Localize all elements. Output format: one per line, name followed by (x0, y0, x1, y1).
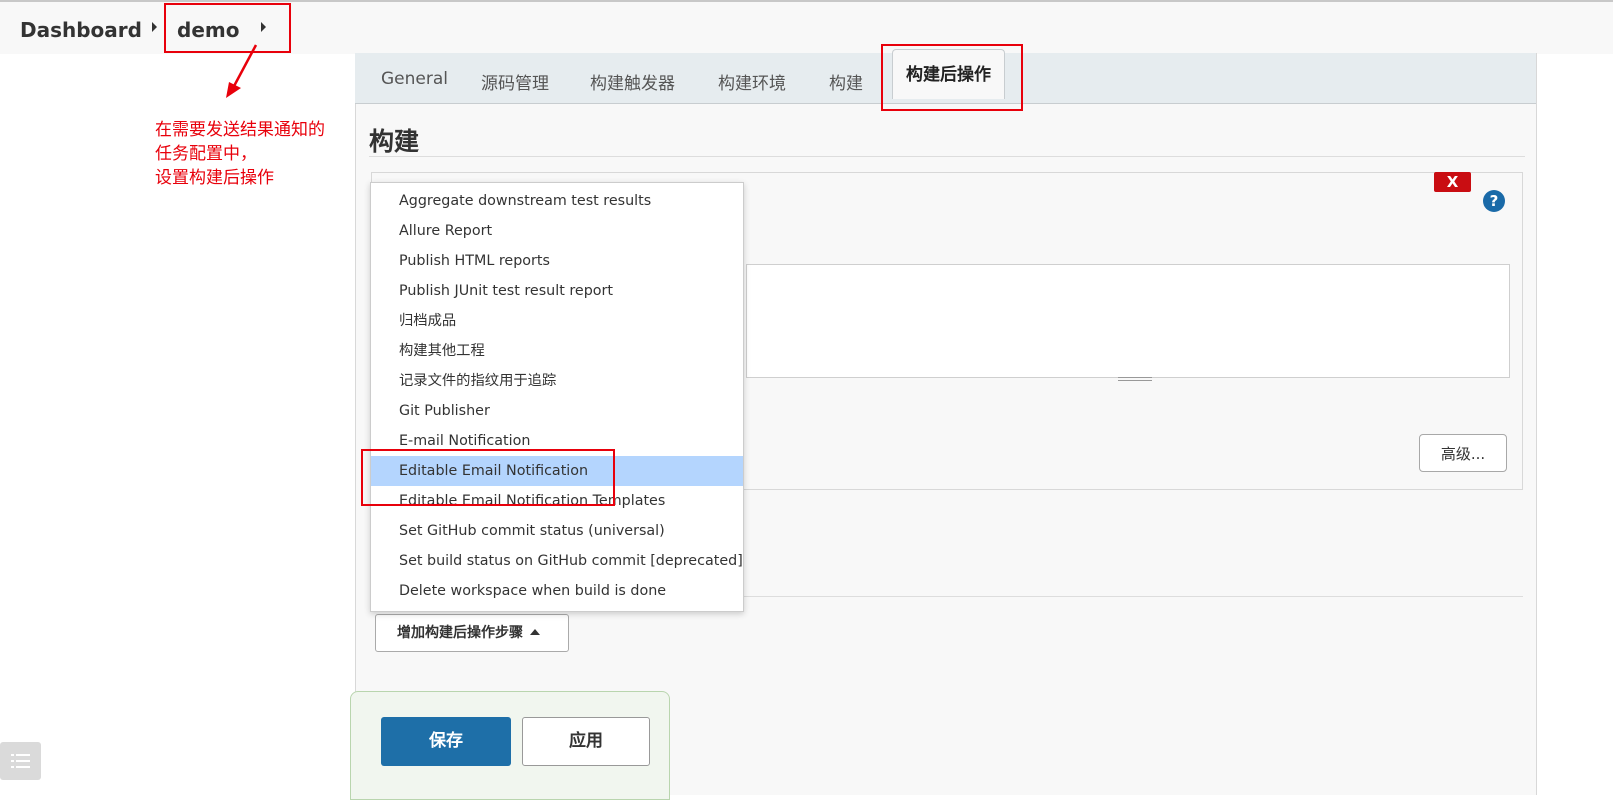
tab-source-control[interactable]: 源码管理 (481, 69, 549, 94)
annotation-highlight-menu-item (361, 449, 615, 506)
caret-up-icon (530, 629, 540, 635)
help-icon[interactable]: ? (1483, 190, 1505, 212)
menu-item-build-other-projects[interactable]: 构建其他工程 (371, 336, 743, 366)
tab-build-environment[interactable]: 构建环境 (718, 69, 786, 94)
breadcrumb-separator-icon[interactable] (152, 22, 157, 32)
add-post-build-step-button[interactable]: 增加构建后操作步骤 (375, 614, 569, 652)
menu-item-delete-workspace[interactable]: Delete workspace when build is done (371, 576, 743, 606)
section-divider (369, 156, 1525, 157)
annotation-highlight-tab (881, 44, 1023, 111)
add-post-build-step-label: 增加构建后操作步骤 (397, 625, 523, 641)
breadcrumb-dashboard-link[interactable]: Dashboard (20, 18, 142, 42)
resize-handle-icon[interactable] (1118, 377, 1152, 381)
menu-item-aggregate-test-results[interactable]: Aggregate downstream test results (371, 186, 743, 216)
post-build-actions-menu: Aggregate downstream test results Allure… (370, 182, 744, 612)
annotation-arrow-icon (226, 44, 258, 98)
delete-step-button[interactable]: X (1434, 172, 1471, 192)
menu-item-publish-html-reports[interactable]: Publish HTML reports (371, 246, 743, 276)
menu-item-git-publisher[interactable]: Git Publisher (371, 396, 743, 426)
advanced-button[interactable]: 高级... (1419, 434, 1507, 472)
tab-general[interactable]: General (381, 69, 448, 89)
menu-item-github-build-status-deprecated[interactable]: Set build status on GitHub commit [depre… (371, 546, 743, 576)
command-textarea[interactable] (746, 264, 1510, 381)
menu-item-record-fingerprints[interactable]: 记录文件的指纹用于追踪 (371, 366, 743, 396)
save-button[interactable]: 保存 (381, 717, 511, 766)
menu-item-archive-artifacts[interactable]: 归档成品 (371, 306, 743, 336)
section-title: 构建 (369, 127, 420, 156)
menu-item-publish-junit-report[interactable]: Publish JUnit test result report (371, 276, 743, 306)
menu-item-allure-report[interactable]: Allure Report (371, 216, 743, 246)
list-toggle-icon[interactable] (0, 742, 41, 780)
menu-item-github-commit-status[interactable]: Set GitHub commit status (universal) (371, 516, 743, 546)
annotation-note: 在需要发送结果通知的 任务配置中， 设置构建后操作 (155, 120, 325, 188)
tab-build-triggers[interactable]: 构建触发器 (590, 69, 675, 94)
tab-build[interactable]: 构建 (829, 69, 863, 94)
apply-button[interactable]: 应用 (522, 717, 650, 766)
